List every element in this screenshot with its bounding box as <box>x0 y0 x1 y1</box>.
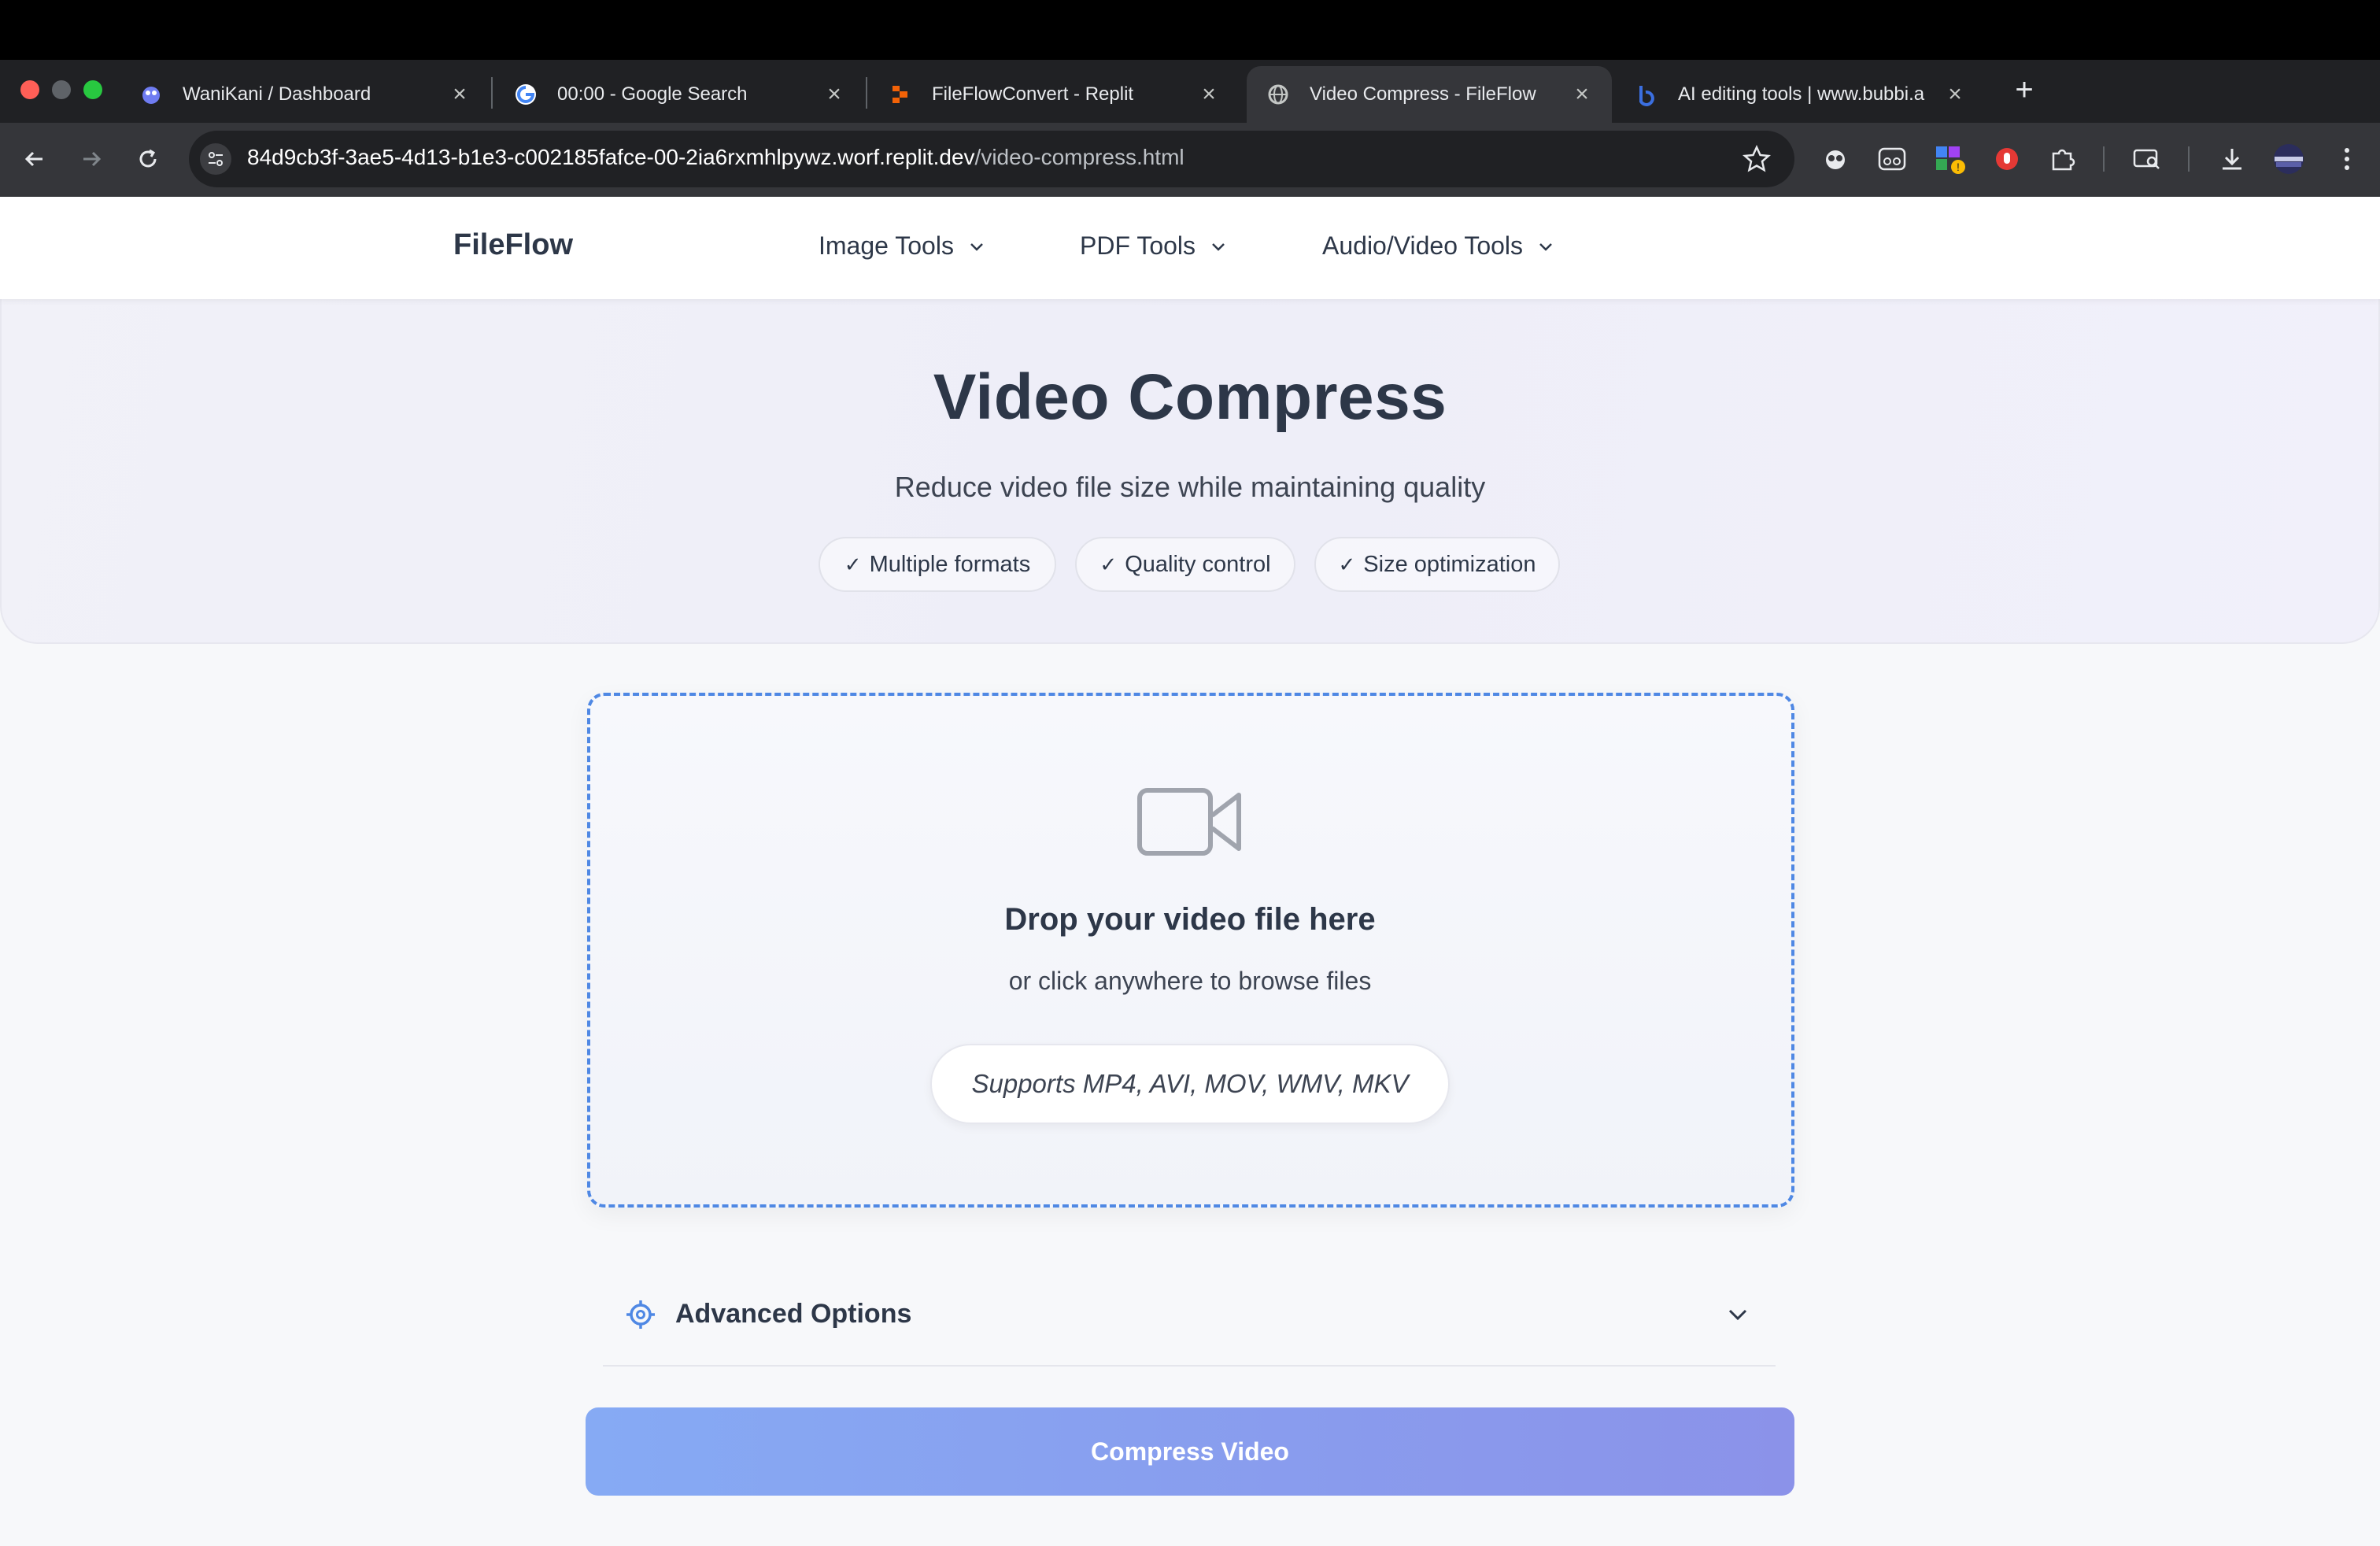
nav-label: PDF Tools <box>1080 231 1196 260</box>
check-icon: ✓ <box>1099 552 1118 576</box>
video-camera-icon <box>1137 788 1241 856</box>
tab-video-compress[interactable]: Video Compress - FileFlow × <box>1247 66 1612 123</box>
tab-google-search[interactable]: 00:00 - Google Search × <box>494 66 864 123</box>
close-window-button[interactable] <box>20 80 39 99</box>
badge-label: Multiple formats <box>869 551 1031 577</box>
url-host: 84d9cb3f-3ae5-4d13-b1e3-c002185fafce-00-… <box>247 145 975 169</box>
google-icon <box>513 82 538 107</box>
chevron-down-icon <box>1212 242 1225 251</box>
toolbar-separator <box>2103 146 2105 172</box>
site-info-icon[interactable] <box>200 143 231 175</box>
back-button[interactable] <box>17 142 52 176</box>
extension-grid-icon[interactable]: ! <box>1935 143 1966 175</box>
tab-bubbi[interactable]: AI editing tools | www.bubbi.a × <box>1615 66 1985 123</box>
feature-badge: ✓ Multiple formats <box>819 537 1056 592</box>
feature-badge: ✓ Quality control <box>1075 537 1295 592</box>
nav-label: Image Tools <box>819 231 954 260</box>
crabigator-icon <box>139 82 164 107</box>
globe-icon <box>1266 82 1291 107</box>
nav-pdf-tools[interactable]: PDF Tools <box>1080 231 1227 261</box>
nav-label: Audio/Video Tools <box>1322 231 1524 260</box>
reload-icon <box>139 149 157 168</box>
replit-icon <box>888 82 913 107</box>
download-icon[interactable] <box>2216 143 2248 175</box>
tab-title: WaniKani / Dashboard <box>183 83 371 105</box>
compress-video-button[interactable]: Compress Video <box>586 1407 1794 1496</box>
arrow-left-icon <box>24 151 42 167</box>
dropzone-title: Drop your video file here <box>1004 902 1376 937</box>
svg-text:!: ! <box>1957 161 1960 173</box>
url-path: /video-compress.html <box>974 145 1184 169</box>
tab-title: 00:00 - Google Search <box>557 83 748 105</box>
arrow-right-icon <box>83 151 102 167</box>
bookmark-star-icon[interactable] <box>1741 143 1772 175</box>
extension-hand-icon[interactable] <box>1991 143 2023 175</box>
cast-search-icon[interactable] <box>2131 143 2163 175</box>
nav-image-tools[interactable]: Image Tools <box>819 231 985 261</box>
new-tab-button[interactable]: + <box>2005 71 2043 109</box>
reload-button[interactable] <box>131 142 165 176</box>
minimize-window-button[interactable] <box>52 80 71 99</box>
chevron-down-icon <box>1539 242 1552 251</box>
gear-icon <box>626 1300 655 1329</box>
url-text[interactable]: 84d9cb3f-3ae5-4d13-b1e3-c002185fafce-00-… <box>247 145 1184 170</box>
bubbi-icon <box>1634 82 1659 107</box>
chevron-down-icon <box>970 242 983 251</box>
close-tab-icon[interactable]: × <box>1944 83 1966 106</box>
tab-title: Video Compress - FileFlow <box>1310 83 1536 105</box>
tab-title: AI editing tools | www.bubbi.a <box>1678 83 1925 105</box>
tab-separator <box>491 77 493 109</box>
close-tab-icon[interactable]: × <box>1198 83 1220 106</box>
menu-bar <box>0 0 2380 60</box>
file-dropzone[interactable] <box>587 693 1794 1208</box>
tab-wanikani[interactable]: WaniKani / Dashboard × <box>120 66 490 123</box>
tab-separator <box>866 77 867 109</box>
chevron-down-icon[interactable] <box>1725 1302 1750 1327</box>
page-title: Video Compress <box>933 361 1447 433</box>
dropzone-subtitle: or click anywhere to browse files <box>1008 967 1372 995</box>
toolbar-separator <box>2188 146 2190 172</box>
extension-owl-icon[interactable] <box>1820 143 1851 175</box>
close-tab-icon[interactable]: × <box>449 83 471 106</box>
feature-badge: ✓ Size optimization <box>1314 537 1560 592</box>
close-tab-icon[interactable]: × <box>823 83 845 106</box>
browser-menu-icon[interactable] <box>2331 143 2363 175</box>
extensions-puzzle-icon[interactable] <box>2046 143 2078 175</box>
check-icon: ✓ <box>844 552 862 576</box>
close-tab-icon[interactable]: × <box>1571 83 1593 106</box>
extension-glasses-icon[interactable] <box>1876 143 1908 175</box>
nav-audio-video-tools[interactable]: Audio/Video Tools <box>1322 231 1554 261</box>
badge-label: Quality control <box>1125 551 1271 577</box>
page-subtitle: Reduce video file size while maintaining… <box>894 471 1486 503</box>
profile-avatar[interactable] <box>2273 143 2304 175</box>
tab-replit[interactable]: FileFlowConvert - Replit × <box>869 66 1239 123</box>
maximize-window-button[interactable] <box>83 80 102 99</box>
brand-logo[interactable]: FileFlow <box>453 228 573 262</box>
check-icon: ✓ <box>1338 552 1356 576</box>
advanced-options-label: Advanced Options <box>675 1299 912 1329</box>
badge-label: Size optimization <box>1363 551 1536 577</box>
forward-button[interactable] <box>74 142 109 176</box>
supported-formats: Supports MP4, AVI, MOV, WMV, MKV <box>930 1044 1450 1124</box>
tab-title: FileFlowConvert - Replit <box>932 83 1134 105</box>
